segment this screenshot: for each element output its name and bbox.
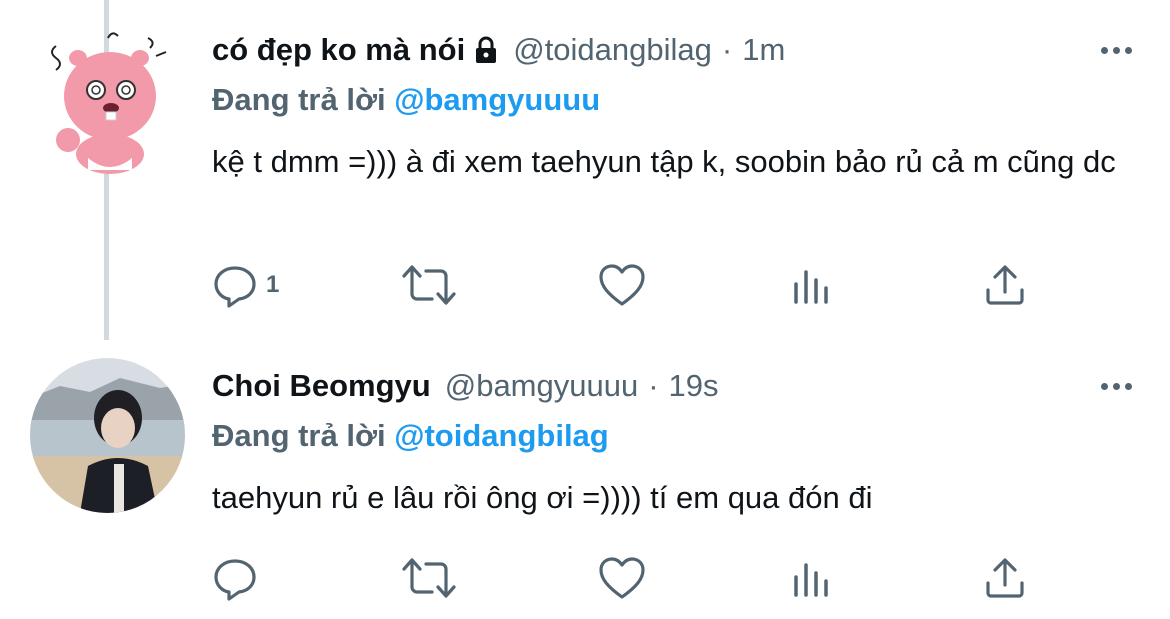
separator-dot: · [721, 32, 733, 67]
timestamp[interactable]: 1m [742, 32, 785, 68]
tweet-actions [212, 555, 1042, 603]
retweet-button[interactable] [400, 555, 458, 601]
replying-to: Đang trả lời @bamgyuuuu [212, 82, 600, 118]
share-icon [986, 558, 1024, 598]
mention-link[interactable]: @bamgyuuuu [394, 82, 600, 117]
tweet-text: taehyun rủ e lâu rồi ông ơi =)))) tí em … [212, 480, 873, 515]
more-options-icon[interactable] [1101, 383, 1132, 390]
retweet-icon [402, 558, 456, 598]
replying-to: Đang trả lời @toidangbilag [212, 418, 609, 454]
like-button[interactable] [598, 262, 646, 308]
user-handle[interactable]: @bamgyuuuu [445, 368, 638, 404]
views-button[interactable] [792, 262, 834, 308]
tweet-header: Choi Beomgyu @bamgyuuuu · 19s [212, 368, 719, 404]
avatar-beach-photo[interactable] [30, 358, 185, 513]
share-icon [986, 265, 1024, 305]
display-name[interactable]: Choi Beomgyu [212, 368, 431, 404]
mention-link[interactable]: @toidangbilag [394, 418, 609, 453]
retweet-button[interactable] [400, 262, 458, 308]
reply-button[interactable]: 1 [212, 262, 279, 308]
tweet-actions: 1 [212, 262, 1042, 310]
display-name[interactable]: có đẹp ko mà nói [212, 32, 465, 68]
like-button[interactable] [598, 555, 646, 601]
avatar-pink-beaver[interactable] [38, 28, 173, 178]
replying-to-label: Đang trả lời [212, 418, 386, 453]
lock-icon [473, 36, 499, 64]
user-handle[interactable]: @toidangbilag [513, 32, 712, 68]
tweet-header: có đẹp ko mà nói @toidangbilag · 1m [212, 32, 785, 68]
views-button[interactable] [792, 555, 834, 601]
reply-icon [214, 559, 256, 601]
tweet-text: kệ t dmm =))) à đi xem taehyun tập k, so… [212, 144, 1116, 179]
timestamp[interactable]: 19s [669, 368, 719, 404]
separator-dot: · [648, 368, 659, 403]
share-button[interactable] [982, 555, 1028, 601]
like-icon [599, 557, 645, 599]
replying-to-label: Đang trả lời [212, 82, 386, 117]
reply-icon [214, 266, 256, 308]
views-icon [794, 563, 828, 597]
retweet-icon [402, 265, 456, 305]
reply-button[interactable] [212, 555, 266, 601]
more-options-icon[interactable] [1101, 47, 1132, 54]
share-button[interactable] [982, 262, 1028, 308]
reply-count: 1 [266, 271, 280, 298]
like-icon [599, 264, 645, 306]
views-icon [794, 270, 828, 304]
